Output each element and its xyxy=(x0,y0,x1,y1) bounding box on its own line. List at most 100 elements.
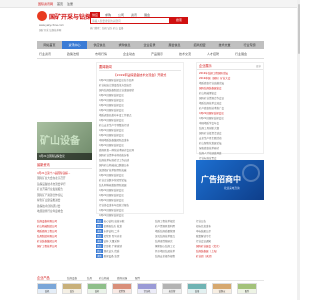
scrollbar-thumb[interactable] xyxy=(297,4,300,54)
latest-news-item[interactable]: 地质勘查行业年度峰会 xyxy=(37,209,92,213)
company-showcase-item[interactable]: 地质钻探技术交流会 xyxy=(199,101,261,105)
supply-demand-item[interactable]: 供应 泥浆泵 型号齐全 xyxy=(96,234,151,238)
headline-news-item[interactable]: 中国地质装备集团新品发布 xyxy=(99,138,181,142)
headline-news-item[interactable]: 4月21日国际钻探会议 xyxy=(99,118,181,122)
headline-news-item[interactable]: 4月21日国际钻探会议 xyxy=(99,98,181,102)
subnav-item-expo[interactable]: 行业展会 xyxy=(235,52,247,56)
hot-keywords[interactable]: 热门搜索：钻机 钻头 矿山 设备 xyxy=(90,26,123,30)
subnav-item-industry[interactable]: 行业资讯 xyxy=(39,52,51,56)
product-thumbnail[interactable]: 空压机 xyxy=(137,283,157,294)
headline-news-item[interactable]: 4月21日国际钻探会议 xyxy=(99,133,181,137)
headline-news-item[interactable]: 4月21日国际钻探会议 xyxy=(99,198,181,202)
nav-home[interactable]: 网站首页 xyxy=(37,41,62,49)
subnav-item-products[interactable]: 产品展示 xyxy=(151,52,163,56)
company-showcase-item[interactable]: 2019中国（国际）矿业大会 xyxy=(199,76,261,80)
headline-news-item[interactable]: 钻探技术标准修订工作启动 xyxy=(99,158,181,162)
notice-item[interactable]: 政策解读专栏 xyxy=(196,234,264,238)
product-thumbnail[interactable]: 泥浆泵 xyxy=(112,283,132,294)
supply-demand-item[interactable]: 供应 岩心钻机 高效节能 xyxy=(96,219,151,223)
product-thumbnail[interactable]: 钻头 xyxy=(62,283,82,294)
notice-item[interactable]: 招标信息发布 xyxy=(196,224,264,228)
headline-news-item[interactable]: 4月21日国际钻探会议 xyxy=(99,173,181,177)
gallery-tab-parts[interactable]: 配件 xyxy=(135,276,140,280)
headline-news-item[interactable]: 矿业权出让制度改革方案出台 xyxy=(99,83,181,87)
more-link[interactable]: 更多 xyxy=(256,63,261,70)
page-scrollbar[interactable] xyxy=(297,0,300,300)
headline-news-item[interactable]: 4月21日国际钻探会议 xyxy=(99,108,181,112)
headline-news-item[interactable]: 4月21日国际钻探会议 xyxy=(99,143,181,147)
latest-news-item[interactable]: 4月21日第十八届国际钻探... xyxy=(37,171,92,175)
company-showcase-item[interactable]: 地质勘查行业高峰论坛 xyxy=(199,81,261,85)
nav-buy[interactable]: 求购信息 xyxy=(112,41,137,49)
tech-article-item[interactable]: 钻探安全操作规程 xyxy=(155,254,193,258)
headline-news-item[interactable]: 深部找矿技术取得新突破 xyxy=(99,168,181,172)
product-thumbnail[interactable]: 钻杆 xyxy=(87,283,107,294)
latest-news-item[interactable]: 绿色矿山建设推进会 xyxy=(37,198,92,202)
company-showcase-item[interactable]: 4月21日国际钻探会议 xyxy=(199,116,261,120)
notice-item[interactable]: 钻探装备展（上海） xyxy=(196,249,264,253)
company-showcase-item[interactable]: 矿山智能化发展论坛 xyxy=(199,141,261,145)
product-thumbnail[interactable]: 钻机 xyxy=(37,283,57,294)
supply-demand-item[interactable]: 供应 金刚石钻头 批发 xyxy=(96,224,151,228)
company-showcase-item[interactable]: 国际矿业资源合作会议 xyxy=(199,96,261,100)
product-thumbnail[interactable]: 钻塔 xyxy=(187,283,207,294)
headline-news-item[interactable]: 勘探开发一体化技术研讨会召开 xyxy=(99,148,181,152)
search-button[interactable]: 搜索 xyxy=(170,17,188,24)
headline-news-item[interactable]: 国内矿山机械出口数据公布 xyxy=(99,163,181,167)
company-showcase-item[interactable]: 国际矿业投资洽谈会 xyxy=(199,131,261,135)
nav-supply[interactable]: 供应信息 xyxy=(87,41,112,49)
headline-news-item[interactable]: 4月21日国际钻探会议 xyxy=(99,193,181,197)
top-link-home-site[interactable]: 国际资讯网 xyxy=(38,2,53,6)
tech-article-item[interactable]: 绳索取心钻探工艺 xyxy=(155,244,193,248)
supply-demand-item[interactable]: 供应 潜孔钻头 优质 xyxy=(96,249,151,253)
supply-demand-item[interactable]: 求购 水井钻机 二手 xyxy=(96,229,151,233)
company-showcase-item[interactable]: 钻探工具创新大赛 xyxy=(199,126,261,130)
supply-demand-item[interactable]: 供应 空压机 厂家直销 xyxy=(96,244,151,248)
tech-article-item[interactable]: 矿产资源开发利用 xyxy=(155,224,193,228)
company-showcase-item[interactable]: 绿色勘查技术研讨 xyxy=(199,146,261,150)
latest-news-item[interactable]: 国际矿业大会在北京召开 xyxy=(37,176,92,180)
headline-news-item[interactable]: 钻头材料研发取得新进展 xyxy=(99,183,181,187)
tech-article-item[interactable]: 钻探工程技术规范 xyxy=(155,219,193,223)
gallery-tab-machinery[interactable]: 矿山机械 xyxy=(99,276,109,280)
company-showcase-item[interactable]: 钻探人才培训班开班 xyxy=(199,151,261,155)
headline-news-item[interactable]: 4月21日国际钻探会议在京召开 xyxy=(99,78,181,82)
product-thumbnail[interactable]: 钻探仪 xyxy=(212,283,232,294)
company-showcase-item[interactable]: 国际钻探装备展览会 xyxy=(199,86,261,90)
nav-news[interactable]: 资讯中心 xyxy=(62,41,87,49)
site-logo[interactable]: 国矿开采与钻探 www.yeky.china.com 国矿开采 钻探技术网 xyxy=(37,11,91,35)
company-showcase-item[interactable]: 矿产勘查新技术推广会 xyxy=(199,106,261,110)
notice-item[interactable]: 矿业周（天津） xyxy=(196,254,264,258)
company-item[interactable]: 钻探设备有限公司 xyxy=(37,219,92,223)
company-showcase-item[interactable]: 安全生产月主题活动 xyxy=(199,136,261,140)
company-item[interactable]: 矿山机械制造公司 xyxy=(37,224,92,228)
gallery-tab-tools[interactable]: 钻具 xyxy=(87,276,92,280)
latest-news-item[interactable]: 矿业开采行业发展报告 xyxy=(37,187,92,191)
headline-news-item[interactable]: 矿山安全生产专项整治行动 xyxy=(99,123,181,127)
headline-news-item[interactable]: 4月21日国际钻探会议 xyxy=(99,128,181,132)
subnav-item-tech[interactable]: 技术交流 xyxy=(179,52,191,56)
company-item[interactable]: 矿业装备集团公司 xyxy=(37,239,92,243)
nav-franchise[interactable]: 招商加盟 xyxy=(187,41,212,49)
headline-news-item[interactable]: 4月21日国际钻探会议 xyxy=(99,208,181,212)
company-showcase-item[interactable]: 矿山机械博览会 xyxy=(199,91,261,95)
nav-topics[interactable]: 行业专题 xyxy=(237,41,262,49)
gallery-tab-instruments[interactable]: 勘探仪器 xyxy=(117,276,127,280)
nav-companies[interactable]: 企业名录 xyxy=(137,41,162,49)
headline-news-item[interactable]: 4月21日国际钻探会议 xyxy=(99,103,181,107)
subnav-item-policy[interactable]: 政策法规 xyxy=(67,52,79,56)
top-link-register[interactable]: 注册 xyxy=(67,2,73,6)
headline-news-item[interactable]: 4月21日国际钻探会议 xyxy=(99,93,181,97)
headline-news-item[interactable]: 国际矿业资本市场动态分析 xyxy=(99,153,181,157)
nav-tech[interactable]: 技术文章 xyxy=(212,41,237,49)
notice-item[interactable]: 行业会议通知 xyxy=(196,239,264,243)
tech-article-item[interactable]: 复杂地层钻进技术 xyxy=(155,249,193,253)
headline-top[interactable]: 【2019年钻探装备技术交流会】开幕式 xyxy=(99,73,181,77)
latest-news-item[interactable]: 钻探设备技术交流会举行 xyxy=(37,182,92,186)
headline-news-item[interactable]: 4月21日国际钻探会议 xyxy=(99,188,181,192)
banner-caption[interactable]: 4月21日国际钻探会议 xyxy=(37,153,92,160)
company-item[interactable]: 探矿工程技术公司 xyxy=(37,244,92,248)
tech-article-item[interactable]: 钻井液性能研究 xyxy=(155,239,193,243)
top-link-home[interactable]: 首页 xyxy=(57,2,63,6)
subnav-item-market[interactable]: 市场行情 xyxy=(95,52,107,56)
